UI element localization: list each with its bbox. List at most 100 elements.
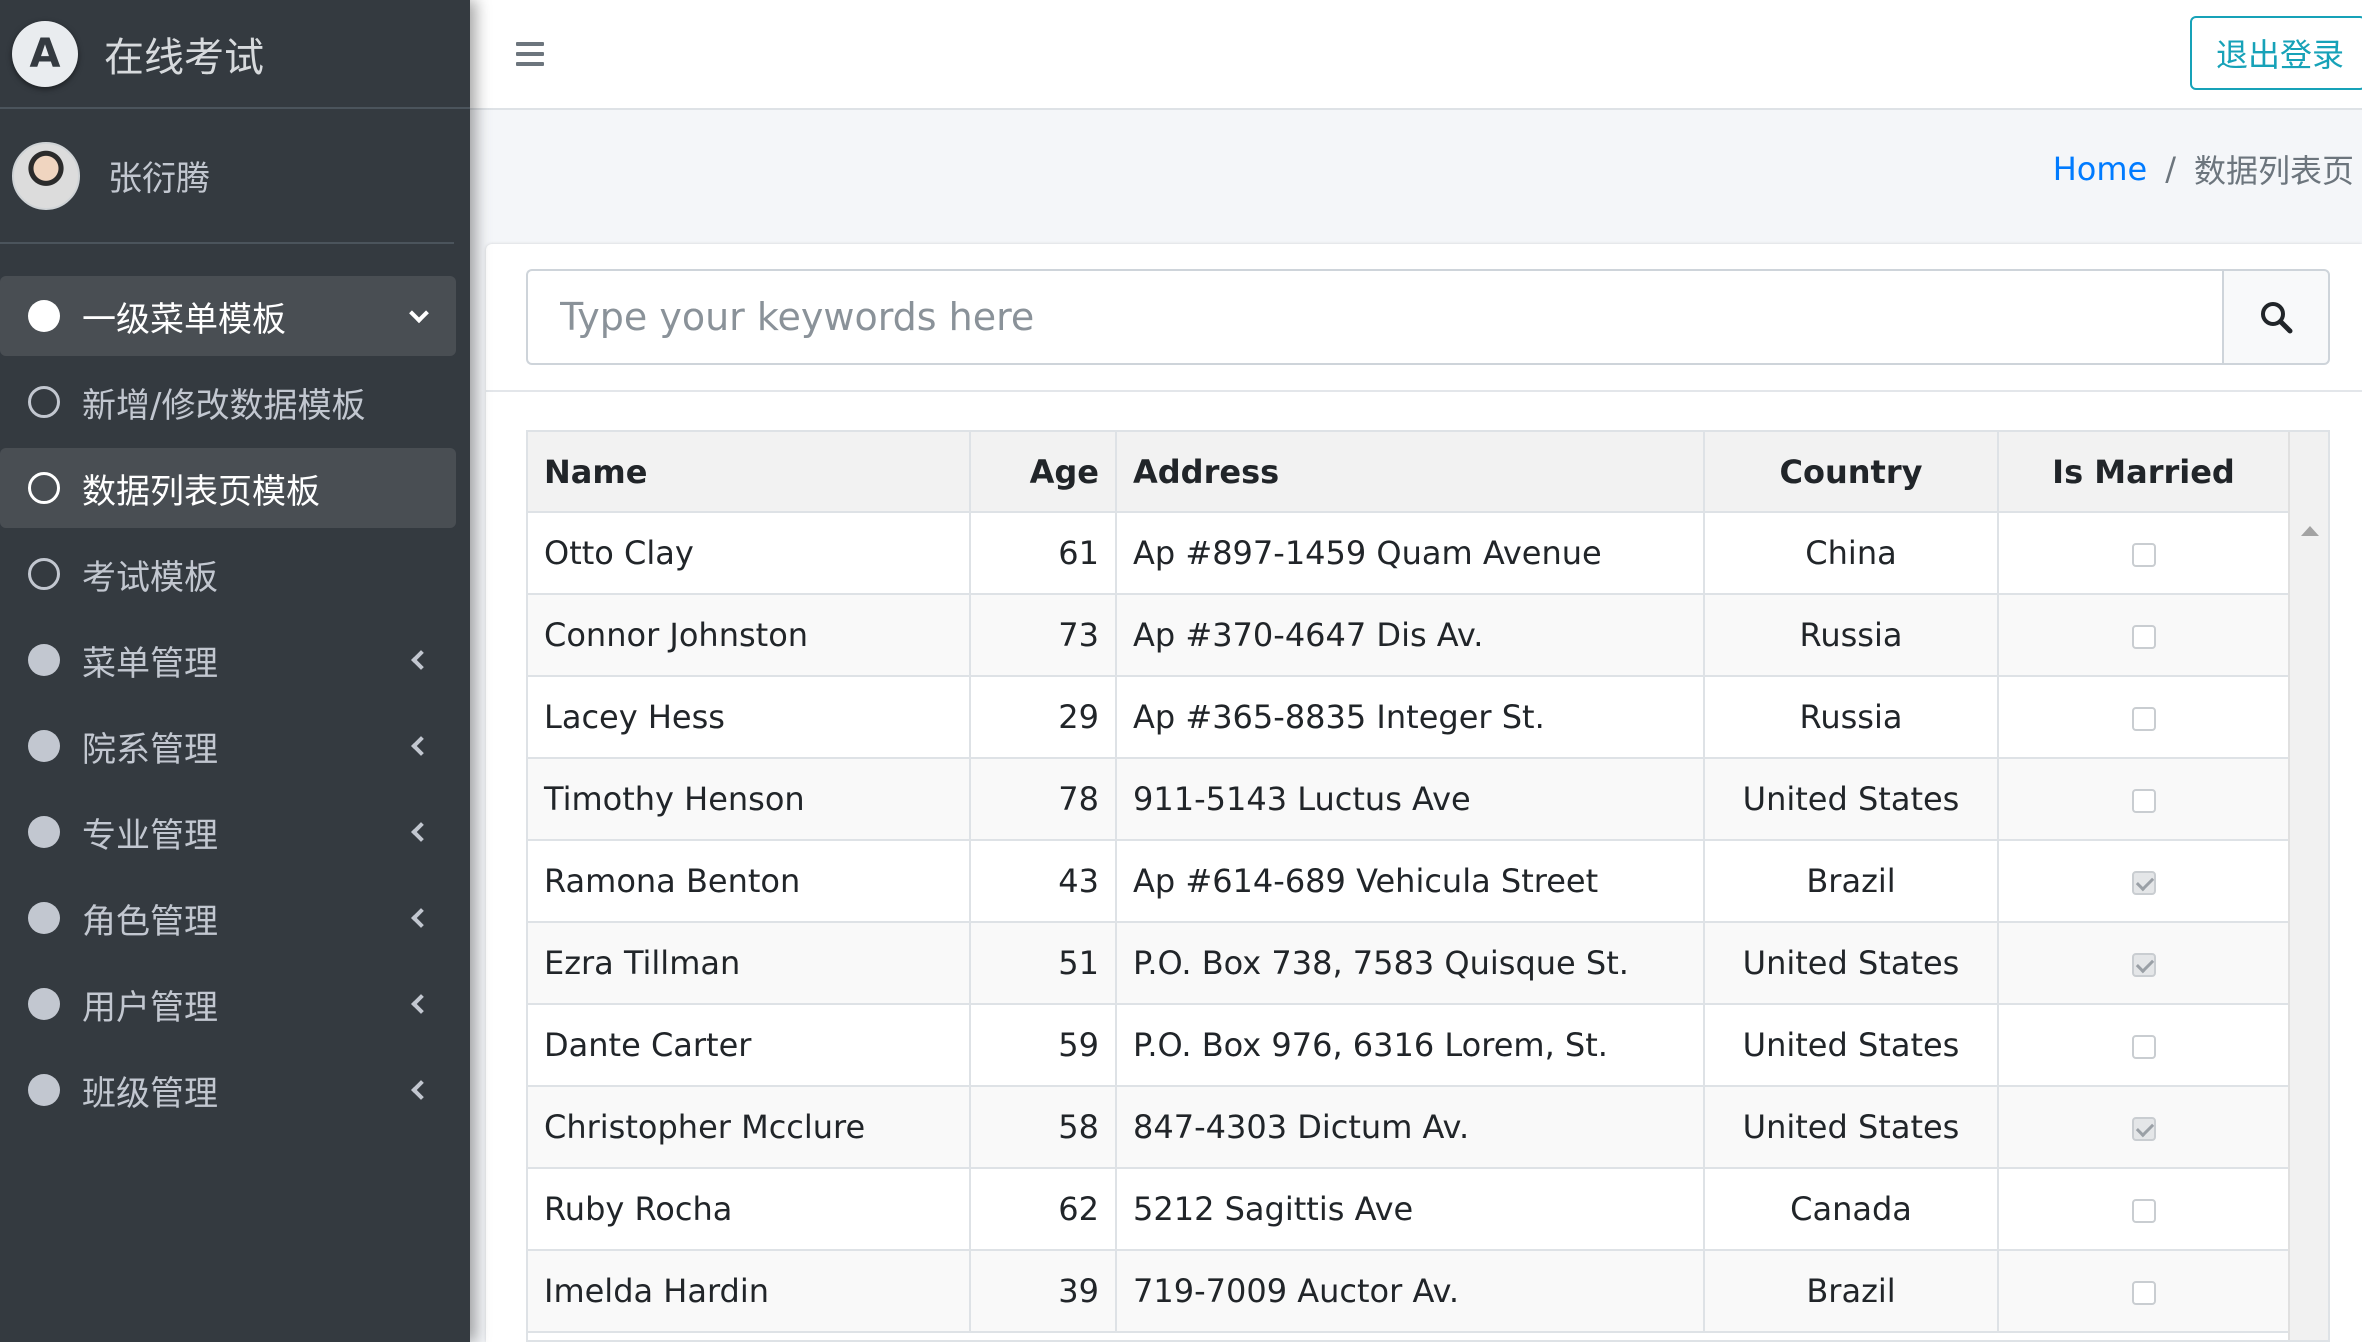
chevron-down-icon[interactable] xyxy=(409,303,429,324)
chevron-left-icon[interactable] xyxy=(411,908,431,928)
sidebar-item-3[interactable]: 考试模板 xyxy=(0,534,456,614)
sidebar-item-6[interactable]: 专业管理 xyxy=(0,792,456,872)
table-row[interactable]: Otto Clay 61 Ap #897-1459 Quam Avenue China xyxy=(528,512,2288,595)
search-button[interactable] xyxy=(2222,269,2330,365)
circle-filled-icon xyxy=(28,730,60,762)
brand-logo-letter: A xyxy=(29,30,61,77)
cell-name: Ramona Benton xyxy=(528,840,971,923)
sidebar-item-7[interactable]: 角色管理 xyxy=(0,878,456,958)
cell-country: Russia xyxy=(1704,676,1999,759)
is-married-checkbox[interactable] xyxy=(2131,1117,2156,1141)
breadcrumb-home-link[interactable]: Home xyxy=(2053,150,2148,188)
cell-is-married xyxy=(1998,758,2288,841)
search-input[interactable] xyxy=(526,269,2222,365)
table-row[interactable]: Ramona Benton 43 Ap #614-689 Vehicula Stre… xyxy=(528,840,2288,923)
brand-title[interactable]: 在线考试 xyxy=(104,25,264,83)
cell-country: China xyxy=(1704,512,1999,595)
table-row[interactable]: Imelda Hardin 39 719-7009 Auctor Av. Brazil xyxy=(528,1250,2288,1333)
cell-name: Christopher Mcclure xyxy=(528,1086,971,1169)
table-row[interactable]: Lacey Hess 29 Ap #365-8835 Integer St. Russ… xyxy=(528,676,2288,759)
cell-name: Lacey Hess xyxy=(528,676,971,759)
is-married-checkbox[interactable] xyxy=(2131,1035,2156,1059)
cell-country: United States xyxy=(1704,1004,1999,1087)
chevron-left-icon[interactable] xyxy=(411,736,431,756)
avatar[interactable] xyxy=(12,141,80,210)
sidebar-item-5[interactable]: 院系管理 xyxy=(0,706,456,786)
cell-age: 59 xyxy=(970,1004,1117,1087)
cell-country: Canada xyxy=(1704,1168,1999,1251)
sidebar-item-label: 用户管理 xyxy=(82,987,218,1028)
brand[interactable]: A 在线考试 xyxy=(0,0,470,109)
cell-is-married xyxy=(1998,1250,2288,1333)
circle-filled-icon xyxy=(28,644,60,676)
is-married-checkbox[interactable] xyxy=(2131,1281,2156,1305)
column-header-country[interactable]: Country xyxy=(1704,432,1999,513)
cell-address: 847-4303 Dictum Av. xyxy=(1116,1086,1705,1169)
table-scrollbar[interactable] xyxy=(2288,432,2328,1340)
is-married-checkbox[interactable] xyxy=(2131,953,2156,977)
cell-address: P.O. Box 738, 7583 Quisque St. xyxy=(1116,922,1705,1005)
cell-name: Otto Clay xyxy=(528,512,971,595)
circle-filled-icon xyxy=(28,988,60,1020)
cell-address: Ap #370-4647 Dis Av. xyxy=(1116,594,1705,677)
chevron-left-icon[interactable] xyxy=(411,1080,431,1100)
table-row[interactable]: Ezra Tillman 51 P.O. Box 738, 7583 Quisque… xyxy=(528,922,2288,1005)
cell-age: 73 xyxy=(970,594,1117,677)
hamburger-icon[interactable] xyxy=(516,42,544,66)
search-group xyxy=(526,269,2330,365)
chevron-left-icon[interactable] xyxy=(411,994,431,1014)
is-married-checkbox[interactable] xyxy=(2131,543,2156,567)
breadcrumb-current: 数据列表页 xyxy=(2193,152,2354,190)
cell-name: Connor Johnston xyxy=(528,594,971,677)
column-header-address[interactable]: Address xyxy=(1116,432,1705,513)
cell-country: Russia xyxy=(1704,594,1999,677)
cell-address: Ap #897-1459 Quam Avenue xyxy=(1116,512,1705,595)
is-married-checkbox[interactable] xyxy=(2131,871,2156,895)
circle-filled-icon xyxy=(28,300,60,332)
cell-name: Timothy Henson xyxy=(528,758,971,841)
chevron-left-icon[interactable] xyxy=(411,822,431,842)
sidebar-item-1[interactable]: 新增/修改数据模板 xyxy=(0,362,456,442)
column-header-name[interactable]: Name xyxy=(528,432,971,513)
scroll-up-arrow-icon[interactable] xyxy=(2301,526,2319,536)
table-row[interactable]: Connor Johnston 73 Ap #370-4647 Dis Av. Rus… xyxy=(528,594,2288,677)
cell-is-married xyxy=(1998,676,2288,759)
sidebar-item-label: 角色管理 xyxy=(82,901,218,942)
chevron-left-icon[interactable] xyxy=(411,650,431,670)
sidebar-item-label: 班级管理 xyxy=(82,1073,218,1114)
circle-outline-icon xyxy=(28,558,60,590)
user-name[interactable]: 张衍腾 xyxy=(108,151,210,200)
sidebar-item-0[interactable]: 一级菜单模板 xyxy=(0,276,456,356)
table-row[interactable]: Dante Carter 59 P.O. Box 976, 6316 Lorem, … xyxy=(528,1004,2288,1087)
sidebar-item-8[interactable]: 用户管理 xyxy=(0,964,456,1044)
cell-address: 719-7009 Auctor Av. xyxy=(1116,1250,1705,1333)
logout-button[interactable]: 退出登录 xyxy=(2190,16,2362,90)
cell-age: 39 xyxy=(970,1250,1117,1333)
sidebar-item-label: 新增/修改数据模板 xyxy=(82,385,366,426)
is-married-checkbox[interactable] xyxy=(2131,625,2156,649)
column-header-age[interactable]: Age xyxy=(970,432,1117,513)
cell-address: 911-5143 Luctus Ave xyxy=(1116,758,1705,841)
sidebar-item-label: 一级菜单模板 xyxy=(82,299,286,340)
sidebar-item-2[interactable]: 数据列表页模板 xyxy=(0,448,456,528)
sidebar-item-9[interactable]: 班级管理 xyxy=(0,1050,456,1130)
table-row[interactable]: Timothy Henson 78 911-5143 Luctus Ave Unite… xyxy=(528,758,2288,841)
is-married-checkbox[interactable] xyxy=(2131,707,2156,731)
cell-is-married xyxy=(1998,594,2288,677)
cell-is-married xyxy=(1998,840,2288,923)
is-married-checkbox[interactable] xyxy=(2131,789,2156,813)
cell-country: United States xyxy=(1704,922,1999,1005)
cell-age: 58 xyxy=(970,1086,1117,1169)
is-married-checkbox[interactable] xyxy=(2131,1199,2156,1223)
table-row[interactable]: Ruby Rocha 62 5212 Sagittis Ave Canada xyxy=(528,1168,2288,1251)
cell-address: 5212 Sagittis Ave xyxy=(1116,1168,1705,1251)
circle-outline-icon xyxy=(28,472,60,504)
table-row[interactable]: Christopher Mcclure 58 847-4303 Dictum Av.… xyxy=(528,1086,2288,1169)
table-header-row: Name Age Address Country Is Married xyxy=(528,432,2288,513)
sidebar-item-4[interactable]: 菜单管理 xyxy=(0,620,456,700)
data-table-container: Name Age Address Country Is Married Otto… xyxy=(526,430,2330,1342)
circle-filled-icon xyxy=(28,816,60,848)
column-header-is-married[interactable]: Is Married xyxy=(1998,432,2288,513)
breadcrumb: Home / 数据列表页 xyxy=(2053,146,2354,192)
search-icon xyxy=(2261,302,2293,334)
